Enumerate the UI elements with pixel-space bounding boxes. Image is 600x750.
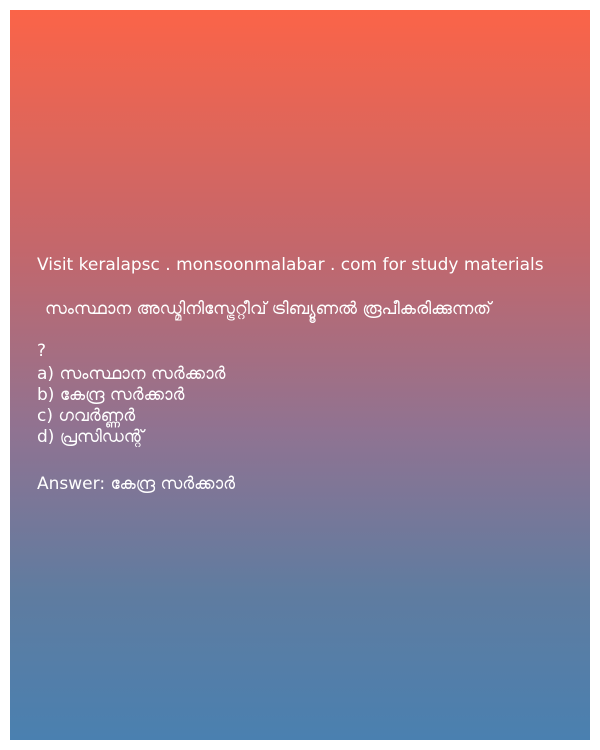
question-text: സംസ്ഥാന അഡ്മിനിസ്ട്രേറ്റീവ് ട്രിബ്യൂണൽ ര… <box>45 299 492 319</box>
option-d: d) പ്രസിഡന്റ് <box>37 427 144 447</box>
promo-text: Visit keralapsc . monsoonmalabar . com f… <box>37 255 544 275</box>
quiz-content: Visit keralapsc . monsoonmalabar . com f… <box>37 254 577 495</box>
question-mark: ? <box>37 341 47 361</box>
answer-text: Answer: കേന്ദ്ര സർക്കാർ <box>37 474 235 494</box>
option-c: c) ഗവർണ്ണർ <box>37 406 136 426</box>
option-b: b) കേന്ദ്ര സർക്കാർ <box>37 385 185 405</box>
option-a: a) സംസ്ഥാന സർക്കാർ <box>37 364 226 384</box>
quiz-card: Visit keralapsc . monsoonmalabar . com f… <box>10 10 590 740</box>
options-list: a) സംസ്ഥാന സർക്കാർ b) കേന്ദ്ര സർക്കാർ c)… <box>37 364 577 448</box>
